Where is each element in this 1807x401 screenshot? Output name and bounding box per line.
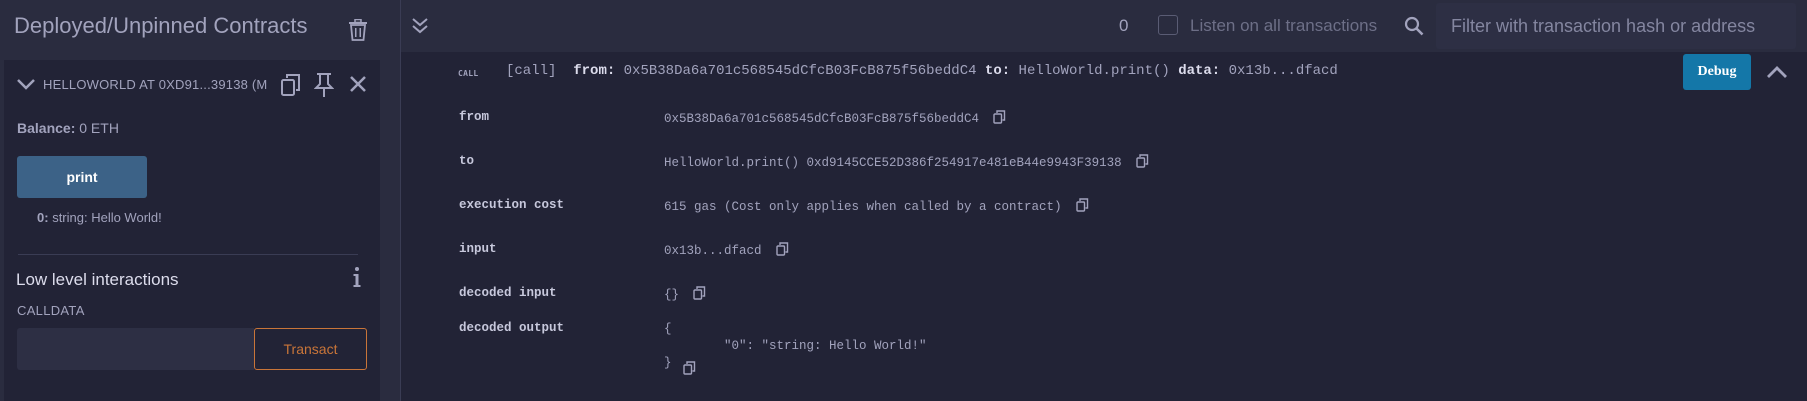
listen-label[interactable]: Listen on all transactions [1190,16,1377,36]
execution-cost-value: 615 gas (Cost only applies when called b… [664,200,1062,214]
summary-data-key: data: [1178,63,1221,79]
low-level-title: Low level interactions [16,270,179,289]
copy-icon[interactable] [683,361,696,375]
contract-instance: HELLOWORLD AT 0XD91...39138 (MEMORY) Bal… [4,60,380,401]
pin-icon[interactable] [314,72,334,98]
detail-value: HelloWorld.print() 0xd9145CCE52D386f2549… [664,154,1149,170]
detail-key: execution cost [459,198,565,212]
summary-to-value: HelloWorld.print() [1018,63,1170,79]
copy-icon[interactable] [993,110,1006,124]
calldata-input[interactable] [17,328,254,370]
decoded-input-value: {} [664,288,680,302]
contract-name: HELLOWORLD AT 0XD91...39138 (MEMORY) [43,77,267,92]
balance: Balance: 0 ETH [17,120,119,136]
detail-key: input [459,242,497,256]
detail-decoded-input: decoded input {} [401,286,1807,310]
to-address: HelloWorld.print() 0xd9145CCE52D386f2549… [664,156,1122,170]
divider [18,254,358,255]
detail-execution-cost: execution cost 615 gas (Cost only applie… [401,198,1807,222]
detail-key: decoded input [459,286,557,300]
detail-decoded-output: decoded output [401,321,1807,345]
output-value: string: Hello World! [52,210,162,225]
summary-data-value: 0x13b...dfacd [1228,63,1338,79]
deployed-contracts-panel: Deployed/Unpinned Contracts HELLOWORLD A… [0,0,400,401]
balance-value: 0 ETH [79,120,119,136]
summary-to-key: to: [984,63,1011,79]
call-label: [call] [506,63,557,79]
chevron-up-icon[interactable] [1766,64,1788,80]
detail-value: 0x13b...dfacd [664,242,789,258]
copy-icon[interactable] [775,242,789,256]
detail-key: decoded output [459,321,565,335]
calldata-label: CALLDATA [17,303,85,318]
copy-icon[interactable] [693,286,706,300]
output-index: 0: [37,210,49,225]
panel-scrollbar[interactable] [380,56,400,401]
double-chevron-down-icon[interactable] [411,17,429,35]
debug-button[interactable]: Debug [1683,54,1751,90]
detail-key: from [459,110,490,124]
filter-input[interactable] [1436,3,1796,49]
print-button[interactable]: print [17,156,147,198]
pending-transactions-count: 0 [1119,16,1129,35]
from-address: 0x5B38Da6a701c568545dCfcB03FcB875f56bedd… [664,112,980,126]
detail-value: 0x5B38Da6a701c568545dCfcB03FcB875f56bedd… [664,110,1006,126]
transact-button[interactable]: Transact [254,328,367,370]
call-tag: CALL [458,69,479,78]
panel-header: Deployed/Unpinned Contracts [0,0,400,56]
info-icon[interactable] [352,266,362,288]
terminal-panel: 0 Listen on all transactions CALL [call]… [400,0,1807,401]
transaction-summary-row[interactable]: CALL [call] from: 0x5B38Da6a701c568545dC… [401,52,1807,94]
decoded-output-value: { "0": "string: Hello World!" } [664,322,927,370]
copy-icon[interactable] [1135,154,1149,168]
detail-key: to [459,154,475,168]
listen-checkbox[interactable] [1158,15,1178,35]
panel-title: Deployed/Unpinned Contracts [14,13,308,38]
detail-to: to HelloWorld.print() 0xd9145CCE52D386f2… [401,154,1807,178]
close-icon[interactable] [349,75,367,93]
contract-header[interactable]: HELLOWORLD AT 0XD91...39138 (MEMORY) [4,60,380,110]
chevron-down-icon[interactable] [16,77,36,91]
balance-label: Balance: [17,120,76,136]
detail-value: {} [664,286,706,302]
summary-from-key: from: [573,63,616,79]
detail-input: input 0x13b...dfacd [401,242,1807,266]
copy-icon[interactable] [280,73,302,97]
input-value: 0x13b...dfacd [664,244,762,258]
summary-from-value: 0x5B38Da6a701c568545dCfcB03FcB875f56bedd… [623,63,977,79]
trash-icon[interactable] [348,19,368,41]
detail-value: 615 gas (Cost only applies when called b… [664,198,1089,214]
terminal-toolbar: 0 Listen on all transactions [401,0,1807,52]
search-icon [1404,16,1424,36]
copy-icon[interactable] [1075,198,1089,212]
detail-from: from 0x5B38Da6a701c568545dCfcB03FcB875f5… [401,110,1807,134]
function-output: 0: string: Hello World! [37,210,162,225]
transaction-summary: [call] from: 0x5B38Da6a701c568545dCfcB03… [506,63,1338,79]
